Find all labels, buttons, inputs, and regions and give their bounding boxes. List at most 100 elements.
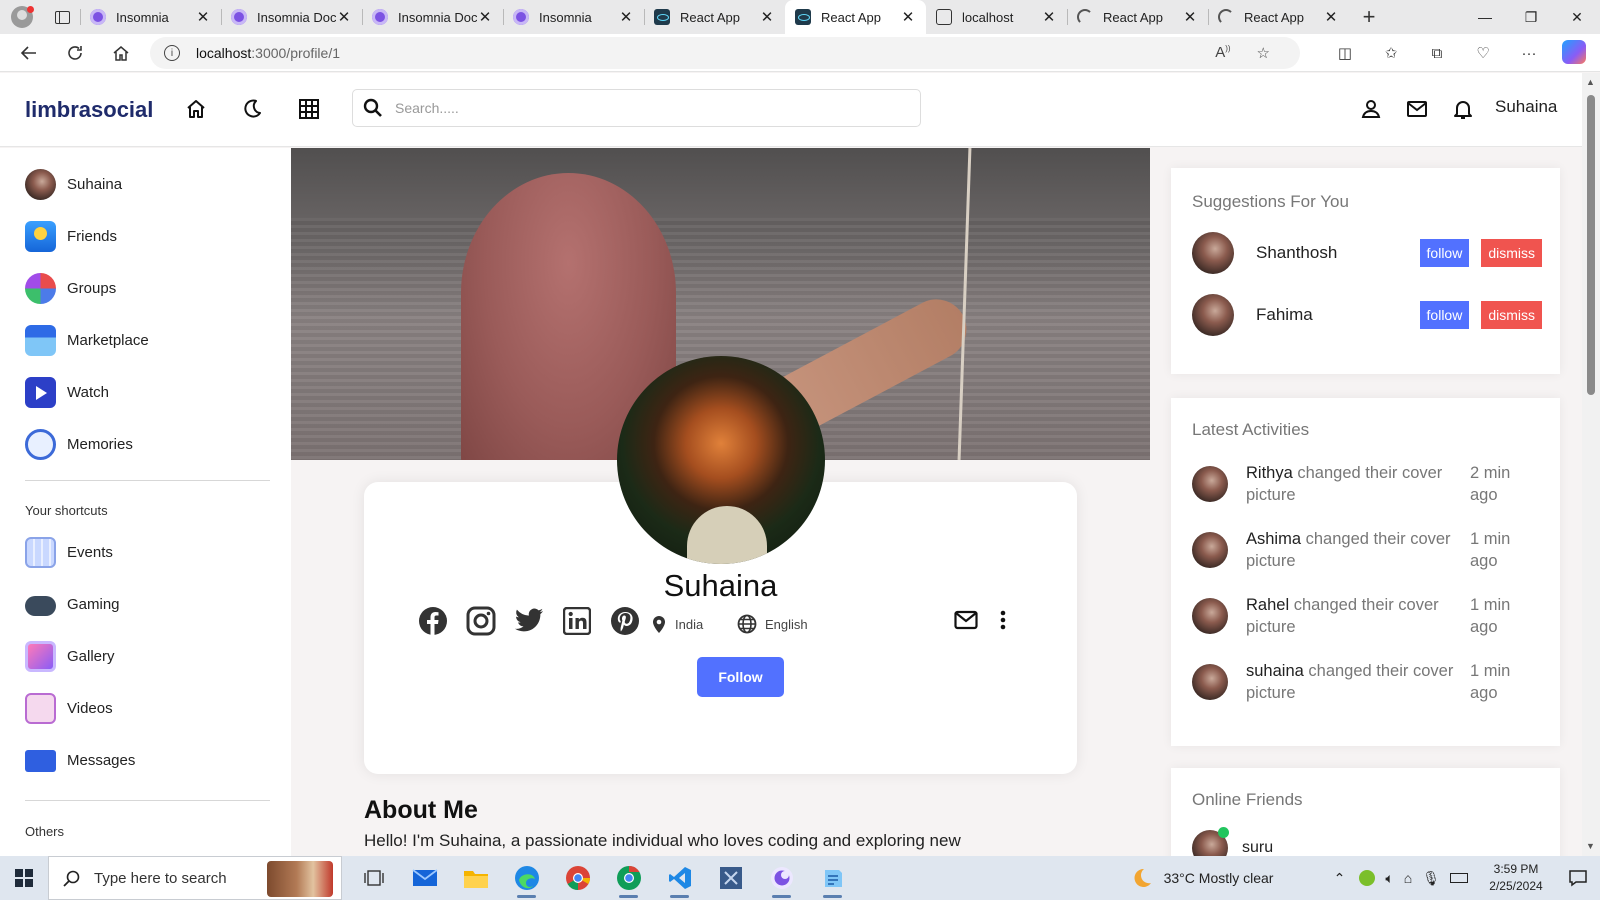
search-input[interactable]: Search..... xyxy=(352,89,921,127)
new-tab-button[interactable]: + xyxy=(1349,0,1389,34)
dark-mode-icon[interactable] xyxy=(240,97,264,121)
mail-app-icon[interactable] xyxy=(399,856,450,900)
app-logo[interactable]: limbrasocial xyxy=(25,97,153,123)
browser-profile-button[interactable] xyxy=(0,0,44,34)
instagram-icon[interactable] xyxy=(466,606,496,636)
read-aloud-icon[interactable]: A)) xyxy=(1215,44,1230,62)
copilot-icon[interactable] xyxy=(1562,40,1586,64)
clock[interactable]: 3:59 PM 2/25/2024 xyxy=(1476,861,1556,895)
avatar[interactable] xyxy=(1192,232,1234,274)
avatar[interactable] xyxy=(1192,598,1228,634)
navbar-user-name[interactable]: Suhaina xyxy=(1495,97,1557,117)
minimize-icon[interactable]: — xyxy=(1462,0,1508,34)
start-button[interactable] xyxy=(0,856,48,900)
browser-tab[interactable]: React App ✕ xyxy=(1208,0,1349,34)
close-icon[interactable]: ✕ xyxy=(336,8,352,26)
suggestion-name[interactable]: Shanthosh xyxy=(1256,243,1420,263)
follow-button[interactable]: Follow xyxy=(697,657,784,697)
file-explorer-icon[interactable] xyxy=(450,856,501,900)
chrome-profile-icon[interactable] xyxy=(603,856,654,900)
close-icon[interactable]: ✕ xyxy=(900,8,916,26)
activity-user[interactable]: Ashima xyxy=(1246,530,1301,548)
follow-button[interactable]: follow xyxy=(1419,239,1470,267)
avatar[interactable] xyxy=(1192,294,1234,336)
sidebar-item-events[interactable]: Events xyxy=(25,536,113,568)
notification-center-icon[interactable] xyxy=(1556,869,1600,887)
scrollbar-thumb[interactable] xyxy=(1587,95,1595,395)
pinterest-icon[interactable] xyxy=(610,606,640,636)
browser-tab[interactable]: localhost ✕ xyxy=(926,0,1067,34)
sidebar-item-gallery[interactable]: Gallery xyxy=(25,640,115,672)
microphone-icon[interactable]: 🎙︎ xyxy=(1422,870,1440,887)
network-icon[interactable]: ⌂ xyxy=(1404,870,1412,886)
browser-tab[interactable]: Insomnia Doc ✕ xyxy=(362,0,503,34)
taskbar-search-input[interactable]: Type here to search xyxy=(48,856,342,900)
close-icon[interactable]: ✕ xyxy=(1182,8,1198,26)
chevron-up-icon[interactable]: ⌃ xyxy=(1334,870,1346,887)
avatar[interactable] xyxy=(1192,532,1228,568)
message-icon[interactable] xyxy=(954,610,978,630)
insomnia-app-icon[interactable] xyxy=(756,856,807,900)
sidebar-item-marketplace[interactable]: Marketplace xyxy=(25,324,149,356)
follow-button[interactable]: follow xyxy=(1419,301,1470,329)
home-icon[interactable] xyxy=(184,97,208,121)
avatar[interactable] xyxy=(1192,466,1228,502)
favorites-icon[interactable]: ✩ xyxy=(1368,40,1414,66)
close-icon[interactable]: ✕ xyxy=(1323,8,1339,26)
more-vert-icon[interactable] xyxy=(1000,610,1006,630)
sidebar-item-profile[interactable]: Suhaina xyxy=(25,168,122,200)
refresh-icon[interactable] xyxy=(52,34,98,72)
back-icon[interactable] xyxy=(6,34,52,72)
apps-grid-icon[interactable] xyxy=(297,97,321,121)
browser-tab[interactable]: Insomnia ✕ xyxy=(80,0,221,34)
close-icon[interactable]: ✕ xyxy=(618,8,634,26)
chrome-icon[interactable] xyxy=(552,856,603,900)
browser-tab[interactable]: Insomnia ✕ xyxy=(503,0,644,34)
dismiss-button[interactable]: dismiss xyxy=(1481,239,1542,267)
sidebar-item-friends[interactable]: Friends xyxy=(25,220,117,252)
dismiss-button[interactable]: dismiss xyxy=(1481,301,1542,329)
sidebar-item-videos[interactable]: Videos xyxy=(25,692,113,724)
tab-actions-button[interactable] xyxy=(44,0,80,34)
sidebar-item-memories[interactable]: Memories xyxy=(25,428,133,460)
security-icon[interactable] xyxy=(1359,870,1376,886)
close-icon[interactable]: ✕ xyxy=(477,8,493,26)
url-field[interactable]: i localhost:3000/profile/1 A)) ☆ xyxy=(150,37,1300,69)
linkedin-icon[interactable] xyxy=(562,606,592,636)
sidebar-item-groups[interactable]: Groups xyxy=(25,272,116,304)
sidebar-item-messages[interactable]: Messages xyxy=(25,744,135,776)
avatar[interactable] xyxy=(1192,664,1228,700)
suggestion-name[interactable]: Fahima xyxy=(1256,305,1420,325)
battery-icon[interactable] xyxy=(1450,873,1468,883)
close-icon[interactable]: ✕ xyxy=(195,8,211,26)
browser-tab-active[interactable]: React App ✕ xyxy=(785,0,926,34)
home-icon[interactable] xyxy=(98,34,144,72)
favorite-star-icon[interactable]: ☆ xyxy=(1257,44,1270,62)
weather-text[interactable]: 33°C Mostly clear xyxy=(1164,870,1324,886)
online-friend-row[interactable]: suru xyxy=(1192,827,1273,856)
browser-tab[interactable]: React App ✕ xyxy=(1067,0,1208,34)
visual-studio-icon[interactable] xyxy=(705,856,756,900)
notifications-icon[interactable] xyxy=(1451,97,1475,121)
close-icon[interactable]: ✕ xyxy=(759,8,775,26)
window-close-icon[interactable]: ✕ xyxy=(1554,0,1600,34)
restore-icon[interactable]: ❐ xyxy=(1508,0,1554,34)
sidebar-item-watch[interactable]: Watch xyxy=(25,376,109,408)
edge-browser-icon[interactable] xyxy=(501,856,552,900)
mail-icon[interactable] xyxy=(1405,97,1429,121)
task-view-icon[interactable] xyxy=(348,856,399,900)
browser-essentials-icon[interactable]: ♡ xyxy=(1460,40,1506,66)
notepad-icon[interactable] xyxy=(807,856,858,900)
activity-user[interactable]: Rahel xyxy=(1246,596,1289,614)
close-icon[interactable]: ✕ xyxy=(1041,8,1057,26)
site-info-icon[interactable]: i xyxy=(164,45,180,61)
twitter-icon[interactable] xyxy=(514,606,544,636)
activity-user[interactable]: Rithya xyxy=(1246,464,1293,482)
vscode-icon[interactable] xyxy=(654,856,705,900)
scroll-up-icon[interactable]: ▲ xyxy=(1586,77,1595,87)
speaker-icon[interactable]: 🔈︎ xyxy=(1385,870,1393,887)
browser-tab[interactable]: React App ✕ xyxy=(644,0,785,34)
browser-tab[interactable]: Insomnia Doc ✕ xyxy=(221,0,362,34)
facebook-icon[interactable] xyxy=(418,606,448,636)
more-options-icon[interactable]: ··· xyxy=(1506,40,1552,66)
